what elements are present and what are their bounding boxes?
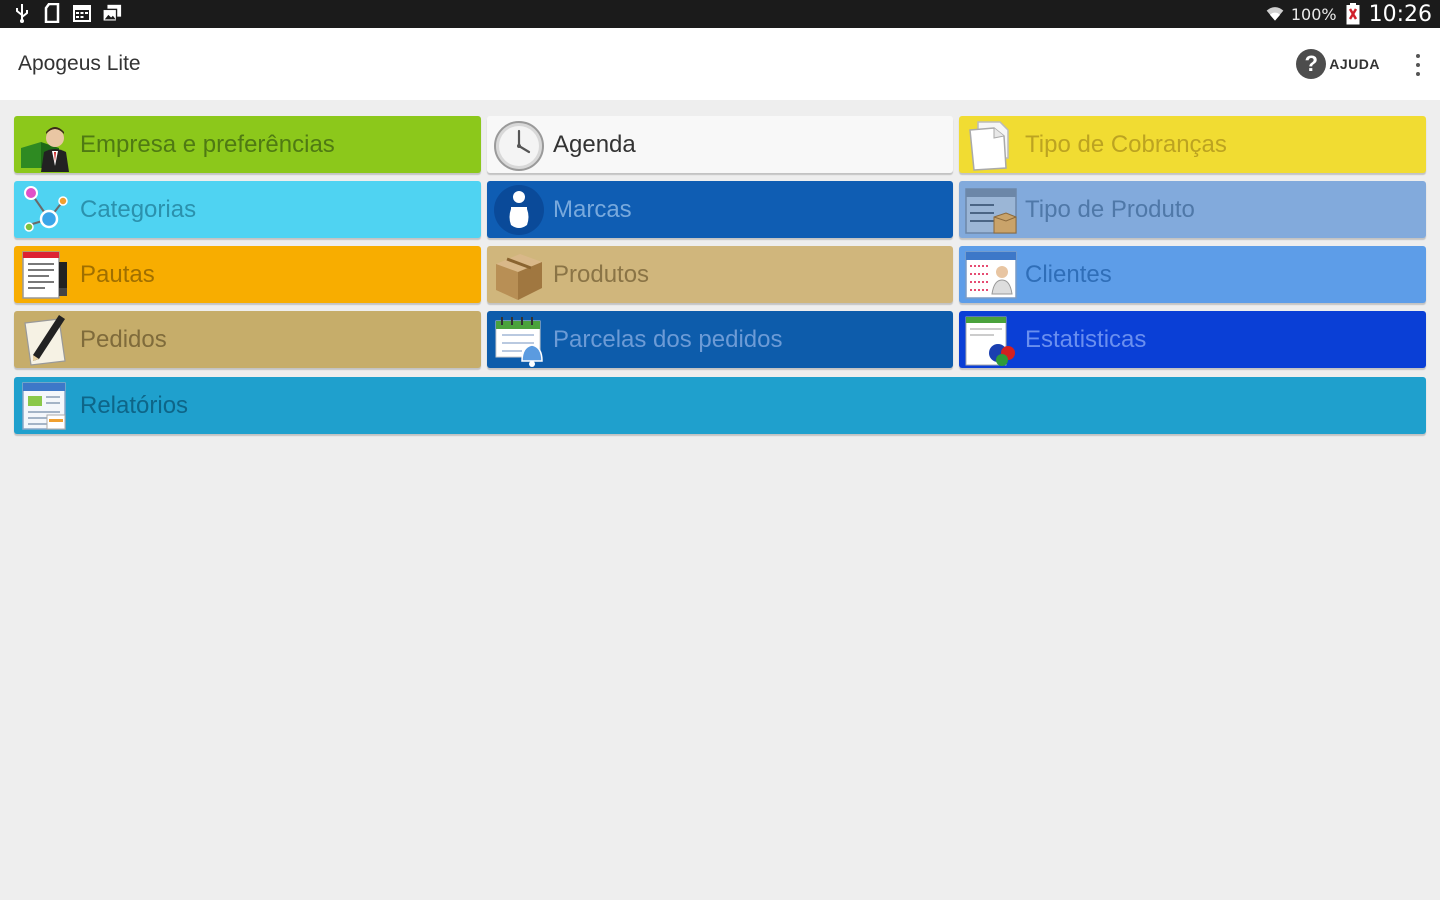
usb-icon — [12, 3, 32, 23]
info-icon — [491, 182, 547, 238]
photo-notification-icon — [102, 3, 122, 23]
menu-tile-empresa[interactable]: Empresa e preferências — [14, 116, 481, 173]
menu-tile-tipo-cobrancas[interactable]: Tipo de Cobranças — [959, 116, 1426, 173]
menu-tile-parcelas-pedidos[interactable]: Parcelas dos pedidos — [487, 311, 953, 368]
box-icon — [491, 247, 547, 303]
menu-tile-estatisticas[interactable]: Estatisticas — [959, 311, 1426, 368]
tile-label: Categorias — [80, 195, 197, 223]
product-type-icon — [963, 182, 1019, 238]
tile-label: Relatórios — [80, 391, 189, 419]
notification-icons — [12, 3, 122, 23]
sd-card-icon — [42, 3, 62, 23]
tile-label: Parcelas dos pedidos — [553, 325, 783, 353]
pen-paper-icon — [18, 312, 74, 368]
app-title: Apogeus Lite — [18, 52, 141, 75]
menu-tile-relatorios[interactable]: Relatórios — [14, 377, 1426, 434]
menu-tile-pautas[interactable]: Pautas — [14, 246, 481, 303]
battery-low-icon — [1343, 3, 1363, 25]
tile-label: Estatisticas — [1025, 325, 1147, 353]
tile-label: Pedidos — [80, 325, 167, 353]
clock-icon — [491, 117, 547, 173]
tile-label: Clientes — [1025, 260, 1112, 288]
battery-percent: 100% — [1290, 4, 1337, 24]
tile-label: Agenda — [553, 130, 636, 158]
help-button[interactable]: ? AJUDA — [1296, 48, 1380, 80]
tile-label: Pautas — [80, 260, 155, 288]
tile-label: Tipo de Cobranças — [1025, 130, 1227, 158]
action-bar: Apogeus Lite ? AJUDA — [0, 28, 1440, 100]
wifi-icon — [1265, 4, 1285, 24]
statistics-icon — [963, 312, 1019, 368]
menu-tile-clientes[interactable]: Clientes — [959, 246, 1426, 303]
tile-label: Tipo de Produto — [1025, 195, 1195, 223]
company-person-icon — [18, 117, 74, 173]
tile-label: Empresa e preferências — [80, 130, 335, 158]
calendar-bell-icon — [491, 312, 547, 368]
system-indicators: 100% 10:26 — [1265, 0, 1432, 28]
reports-icon — [18, 378, 74, 434]
help-label: AJUDA — [1329, 56, 1380, 72]
menu-tile-tipo-produto[interactable]: Tipo de Produto — [959, 181, 1426, 238]
tile-label: Produtos — [553, 260, 650, 288]
menu-tile-agenda[interactable]: Agenda — [487, 116, 953, 173]
document-list-icon — [18, 247, 74, 303]
client-card-icon — [963, 247, 1019, 303]
help-icon: ? — [1296, 49, 1327, 79]
tile-label: Marcas — [553, 195, 632, 223]
calendar-notification-icon — [72, 3, 92, 23]
documents-icon — [963, 117, 1019, 173]
menu-tile-marcas[interactable]: Marcas — [487, 181, 953, 238]
menu-tile-pedidos[interactable]: Pedidos — [14, 311, 481, 368]
menu-tile-produtos[interactable]: Produtos — [487, 246, 953, 303]
overflow-menu-icon[interactable] — [1414, 54, 1422, 76]
status-bar: 100% 10:26 — [0, 0, 1440, 28]
menu-tile-categorias[interactable]: Categorias — [14, 181, 481, 238]
clock-time: 10:26 — [1368, 1, 1432, 27]
categories-circles-icon — [18, 182, 74, 238]
